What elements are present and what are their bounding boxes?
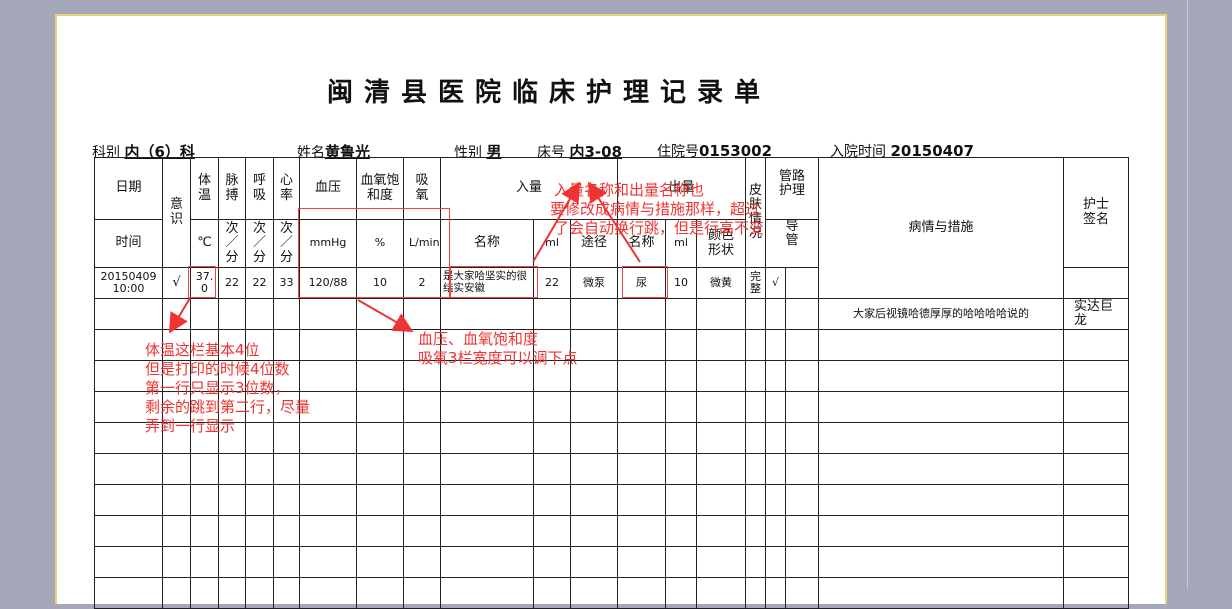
unit-spo2: % bbox=[356, 219, 404, 268]
row1-output-color[interactable]: 微黄 bbox=[696, 267, 746, 299]
row1-datetime[interactable]: 20150409 10:00 bbox=[94, 267, 163, 299]
name-annotation: 入量名称和出量名称也 要修改成病情与措施那样，超过 了会自动换行跳，但是行高不变 bbox=[550, 181, 765, 237]
right-scroll-edge bbox=[1187, 0, 1188, 589]
row1-tube[interactable]: √ bbox=[765, 267, 786, 299]
row2-condition[interactable]: 大家后视镜哈德厚厚的哈哈哈哈说的 bbox=[818, 298, 1064, 330]
row2-cell[interactable] bbox=[162, 298, 191, 330]
row2-sign[interactable]: 实达巨龙 bbox=[1063, 298, 1129, 330]
row1-intake-route[interactable]: 微泵 bbox=[570, 267, 618, 299]
table-row bbox=[94, 577, 1129, 609]
table-row bbox=[94, 453, 1129, 485]
row2-cell[interactable] bbox=[273, 298, 300, 330]
row1-intake-ml[interactable]: 22 bbox=[533, 267, 571, 299]
table-row bbox=[94, 484, 1129, 516]
row1-resp[interactable]: 22 bbox=[245, 267, 274, 299]
row2-cell[interactable] bbox=[765, 298, 786, 330]
document-page: 闽清县医院临床护理记录单 科别 内（6）科 姓名黄鲁光 性别 男 床号 内3-0… bbox=[55, 14, 1167, 609]
intake-name-header: 名称 bbox=[440, 219, 534, 268]
row2-cell[interactable] bbox=[665, 298, 697, 330]
header-consciousness: 意识 bbox=[162, 157, 191, 268]
header-temp: 体温 bbox=[190, 157, 219, 220]
header-heart: 心率 bbox=[273, 157, 300, 220]
unit-pulse: 次／分 bbox=[218, 219, 246, 268]
row1-oxygen[interactable]: 2 bbox=[403, 267, 441, 299]
header-pulse: 脉搏 bbox=[218, 157, 246, 220]
row1-pulse[interactable]: 22 bbox=[218, 267, 246, 299]
row1-output-name[interactable]: 尿 bbox=[617, 267, 666, 299]
row2-cell[interactable] bbox=[356, 298, 404, 330]
row2-cell[interactable] bbox=[533, 298, 571, 330]
row1-sign[interactable] bbox=[1063, 267, 1129, 299]
row1-skin[interactable]: 完整 bbox=[745, 267, 766, 299]
header-bp: 血压 bbox=[299, 157, 357, 220]
row1-heart[interactable]: 33 bbox=[273, 267, 300, 299]
header-resp: 呼吸 bbox=[245, 157, 274, 220]
row2-cell[interactable] bbox=[190, 298, 219, 330]
row1-output-ml[interactable]: 10 bbox=[665, 267, 697, 299]
header-condition: 病情与措施 bbox=[818, 157, 1064, 299]
temp-annotation: 体温这栏基本4位 但是打印的时候4位数 第一行只显示3位数， 剩余的跳到第二行，… bbox=[145, 341, 311, 435]
row2-cell[interactable] bbox=[440, 298, 534, 330]
header-spo2: 血氧饱和度 bbox=[356, 157, 404, 220]
header-signature: 护士签名 bbox=[1063, 157, 1129, 268]
unit-temp: ℃ bbox=[190, 219, 219, 268]
row2-cell[interactable] bbox=[403, 298, 441, 330]
row1-bp[interactable]: 120/88 bbox=[299, 267, 357, 299]
page-title: 闽清县医院临床护理记录单 bbox=[327, 78, 772, 108]
row2-cell[interactable] bbox=[570, 298, 618, 330]
row2-cell[interactable] bbox=[696, 298, 746, 330]
table-row bbox=[94, 515, 1129, 547]
row1-consciousness[interactable]: √ bbox=[162, 267, 191, 299]
row2-cell[interactable] bbox=[617, 298, 666, 330]
row2-cell[interactable] bbox=[245, 298, 274, 330]
unit-resp: 次／分 bbox=[245, 219, 274, 268]
header-time: 时间 bbox=[94, 219, 163, 268]
unit-oxygen: L/min bbox=[403, 219, 441, 268]
row2-cell[interactable] bbox=[218, 298, 246, 330]
row2-cell[interactable] bbox=[299, 298, 357, 330]
row1-spo2[interactable]: 10 bbox=[356, 267, 404, 299]
header-tube: 管路护理 bbox=[765, 157, 819, 220]
bp-annotation: 血压、血氧饱和度 吸氧3栏宽度可以调下点 bbox=[418, 330, 578, 367]
unit-heart: 次／分 bbox=[273, 219, 300, 268]
unit-bp: mmHg bbox=[299, 219, 357, 268]
row1-temp[interactable]: 37.0 bbox=[190, 267, 219, 299]
header-date: 日期 bbox=[94, 157, 163, 220]
header-oxygen: 吸氧 bbox=[403, 157, 441, 220]
row1-intake-name[interactable]: 是大家哈坚实的很结实安徽 bbox=[440, 267, 534, 299]
row2-cell[interactable] bbox=[785, 298, 819, 330]
row1-blank[interactable] bbox=[785, 267, 819, 299]
row2-cell[interactable] bbox=[745, 298, 766, 330]
row2-date[interactable] bbox=[94, 298, 163, 330]
table-row bbox=[94, 546, 1129, 578]
header-catheter: 导管 bbox=[765, 219, 819, 268]
